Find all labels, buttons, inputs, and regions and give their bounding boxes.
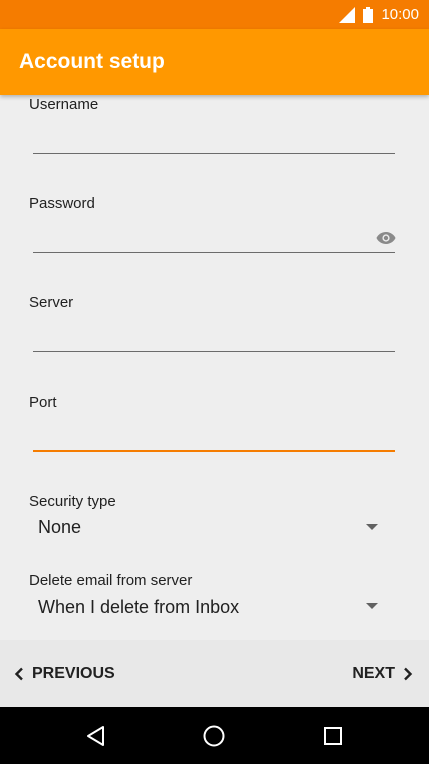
status-bar: 10:00 xyxy=(0,0,429,29)
password-field[interactable] xyxy=(33,223,363,253)
chevron-down-icon xyxy=(366,603,378,609)
delete-email-value: When I delete from Inbox xyxy=(38,597,240,617)
status-time: 10:00 xyxy=(381,6,419,23)
chevron-right-icon xyxy=(404,667,413,680)
back-icon[interactable] xyxy=(83,723,109,749)
page-title: Account setup xyxy=(19,50,165,73)
chevron-down-icon xyxy=(366,524,378,530)
security-type-select[interactable] xyxy=(33,513,395,543)
battery-icon xyxy=(363,6,374,23)
previous-label: PREVIOUS xyxy=(32,664,115,682)
password-underline xyxy=(33,252,395,253)
system-navigation-bar xyxy=(0,707,429,764)
username-field[interactable] xyxy=(33,125,395,155)
server-underline xyxy=(33,351,395,352)
port-underline xyxy=(33,450,395,452)
port-field[interactable] xyxy=(33,421,395,451)
username-label: Username xyxy=(29,96,99,113)
username-underline xyxy=(33,153,395,154)
recents-icon[interactable] xyxy=(320,723,346,749)
wizard-navigation: PREVIOUS NEXT xyxy=(0,640,429,707)
delete-email-label: Delete email from server xyxy=(29,572,193,589)
server-field[interactable] xyxy=(33,322,395,352)
chevron-left-icon xyxy=(14,667,23,680)
server-label: Server xyxy=(29,294,74,311)
previous-button[interactable]: PREVIOUS xyxy=(14,640,115,707)
security-type-value: None xyxy=(38,517,82,537)
app-bar: Account setup xyxy=(0,29,429,95)
password-label: Password xyxy=(29,195,95,212)
security-type-label: Security type xyxy=(29,493,116,510)
eye-icon[interactable] xyxy=(376,231,396,245)
next-button[interactable]: NEXT xyxy=(352,640,413,707)
next-label: NEXT xyxy=(352,664,395,682)
account-setup-form: Username Password Server Port Security t… xyxy=(0,95,429,640)
signal-icon xyxy=(339,6,356,23)
port-label: Port xyxy=(29,394,57,411)
home-icon[interactable] xyxy=(201,723,227,749)
